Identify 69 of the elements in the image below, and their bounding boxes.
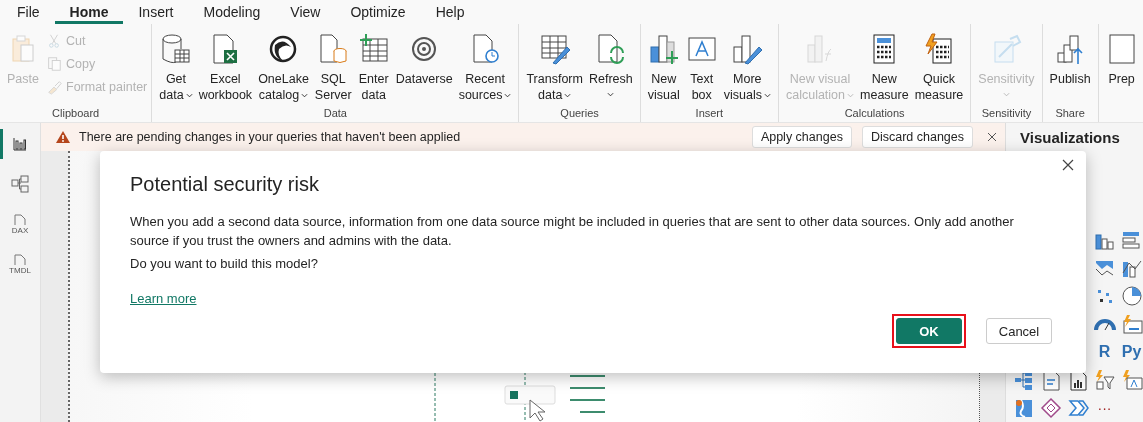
ribbon-button[interactable]: Transform data [523,31,586,107]
table-pencil-icon [538,33,571,65]
menu-tab[interactable]: Modeling [188,0,276,24]
ribbon-button[interactable]: Dataverse [392,31,456,107]
group-label: Calculations [844,107,905,119]
table-icon [357,33,390,65]
diamond-icon[interactable] [1039,397,1062,419]
visual-type-button[interactable]: R [1098,343,1111,361]
chevron-icon[interactable] [1066,397,1089,419]
group-label: Data [323,107,347,119]
pane-title: Visualizations [1020,129,1121,146]
menu-tab[interactable]: Insert [123,0,189,24]
ribbon-button[interactable]: Excel workbook [195,31,256,107]
file-icon [13,213,27,226]
ribbon-button[interactable]: Quick measure [911,31,967,107]
notification-message: There are pending changes in your queries that haven't been applied [79,130,461,144]
lightning-calculator-icon [923,33,955,65]
warning-icon [55,130,71,144]
dialog-title: Potential security risk [130,173,320,196]
visual-type-button[interactable]: Py [1121,343,1142,361]
chart-pencil-icon [731,33,764,65]
ribbon-button[interactable]: Publish [1046,31,1094,107]
more-button[interactable]: ··· [1097,400,1112,416]
ribbon-button[interactable]: Text box [682,31,721,107]
ribbon-button[interactable]: More visuals [720,31,774,107]
close-icon[interactable] [987,132,997,142]
notification-button[interactable]: Apply changes [751,126,852,148]
menu-tab[interactable]: Help [420,0,480,24]
bar-chart-icon [12,136,28,152]
scissors-icon [46,32,62,49]
paintbrush-icon [46,78,62,95]
filter-icon[interactable] [1093,369,1116,391]
group-label: Insert [695,107,724,119]
learn-more-link[interactable]: Learn more [130,291,197,306]
menu-tab[interactable]: Optimize [335,0,421,24]
ribbon-button[interactable]: Get data [156,31,196,107]
database-icon [159,33,192,65]
dialog-message: When you add a second data source, information from one data source might be included in queries that are sent to other data sources. Only add another source if you trust the owners and admins with the data. [130,213,1015,250]
ribbon-button[interactable]: Recent sources [455,31,515,107]
ribbon-button[interactable]: Prep [1102,31,1141,122]
ribbon-button[interactable]: Refresh [585,31,636,107]
copy-icon [46,55,62,72]
dialog-button[interactable]: Cancel [986,318,1052,344]
pie-chart-icon[interactable] [1120,285,1143,307]
view-button[interactable]: TMDL [0,249,40,279]
close-icon[interactable] [1062,159,1074,171]
dialog-button[interactable]: OK [896,318,962,344]
group-label: Clipboard [52,107,100,119]
menu-tab[interactable]: Home [54,0,124,24]
ribbon-button[interactable]: SQL Server [311,31,355,107]
view-button[interactable]: DAX [0,209,40,239]
dialog-message: Do you want to build this model? [130,255,319,273]
ribbon-button[interactable]: OneLake catalog [255,31,312,107]
smart-narrative-icon[interactable] [1120,369,1143,391]
group-label: Queries [560,107,599,119]
menu-tab[interactable]: View [275,0,336,24]
ribbon-button[interactable]: Enter data [354,31,393,107]
model-icon [10,174,30,194]
card-icon[interactable] [1120,313,1143,335]
group-label: Share [1055,107,1085,119]
menu-tab[interactable]: File [2,0,55,24]
ribbon-button[interactable]: New visual [644,31,683,107]
database-file-icon [317,33,350,65]
file-icon [13,253,27,266]
ribbon-button[interactable]: New measure [857,31,912,107]
group-label: Sensitivity [981,107,1032,119]
bar-chart-icon[interactable] [1120,229,1143,251]
bar-chart-plus-icon [647,33,680,65]
notification-button[interactable]: Discard changes [861,126,973,148]
